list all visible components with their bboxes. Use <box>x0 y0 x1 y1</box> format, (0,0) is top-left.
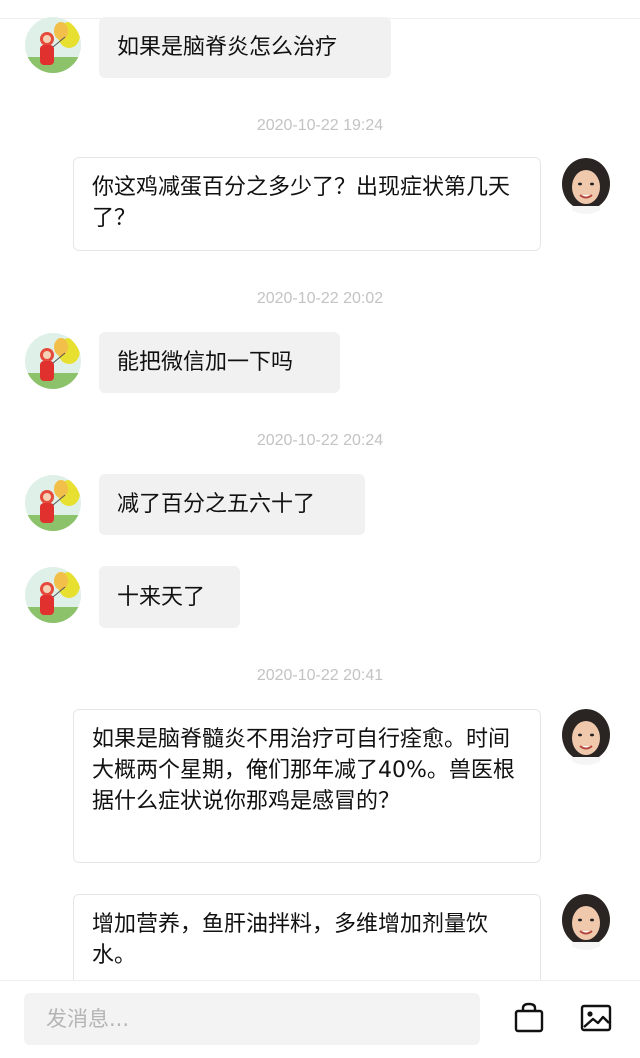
user-avatar[interactable] <box>558 894 614 950</box>
message-bubble-outgoing[interactable]: 增加营养，鱼肝油拌料，多维增加剂量饮水。 <box>73 894 541 980</box>
message-composer <box>0 980 640 1058</box>
timestamp: 2020-10-22 20:02 <box>256 290 384 307</box>
timestamp: 2020-10-22 20:41 <box>256 667 384 684</box>
contact-avatar[interactable] <box>25 333 81 389</box>
message-bubble-outgoing[interactable]: 如果是脑脊髓炎不用治疗可自行痊愈。时间大概两个星期，俺们那年减了40%。兽医根据… <box>73 709 541 863</box>
contact-avatar[interactable] <box>25 567 81 623</box>
timestamp: 2020-10-22 19:24 <box>256 117 384 134</box>
message-text: 如果是脑脊髓炎不用治疗可自行痊愈。时间大概两个星期，俺们那年减了40%。兽医根据… <box>92 727 515 814</box>
user-avatar[interactable] <box>558 709 614 765</box>
shopping-bag-button[interactable] <box>512 1001 546 1035</box>
message-text: 十来天了 <box>117 584 206 610</box>
message-text: 减了百分之五六十了 <box>117 492 316 517</box>
balloon-avatar-icon <box>25 333 81 389</box>
message-text: 你这鸡减蛋百分之多少了？出现症状第几天了？ <box>92 175 511 231</box>
message-text: 如果是脑脊炎怎么治疗 <box>117 35 338 60</box>
user-portrait-icon <box>558 894 614 950</box>
message-bubble-incoming[interactable]: 减了百分之五六十了 <box>99 474 365 535</box>
message-bubble-incoming[interactable]: 如果是脑脊炎怎么治疗 <box>99 17 391 78</box>
message-bubble-incoming[interactable]: 十来天了 <box>99 566 240 628</box>
timestamp: 2020-10-22 20:24 <box>256 432 384 449</box>
chat-area: 如果是脑脊炎怎么治疗 2020-10-22 19:24 你这鸡减蛋百分之多少了？… <box>0 0 640 980</box>
shopping-bag-icon <box>514 1002 544 1033</box>
contact-avatar[interactable] <box>25 17 81 73</box>
user-portrait-icon <box>558 709 614 765</box>
user-portrait-icon <box>558 158 614 214</box>
balloon-avatar-icon <box>25 17 81 73</box>
balloon-avatar-icon <box>25 567 81 623</box>
message-bubble-incoming[interactable]: 能把微信加一下吗 <box>99 332 340 393</box>
balloon-avatar-icon <box>25 475 81 531</box>
image-button[interactable] <box>579 1001 613 1035</box>
message-input[interactable] <box>24 993 480 1045</box>
message-text: 能把微信加一下吗 <box>117 350 294 375</box>
message-text: 增加营养，鱼肝油拌料，多维增加剂量饮水。 <box>92 912 489 968</box>
contact-avatar[interactable] <box>25 475 81 531</box>
user-avatar[interactable] <box>558 158 614 214</box>
image-icon <box>580 1004 612 1032</box>
message-bubble-outgoing[interactable]: 你这鸡减蛋百分之多少了？出现症状第几天了？ <box>73 157 541 251</box>
